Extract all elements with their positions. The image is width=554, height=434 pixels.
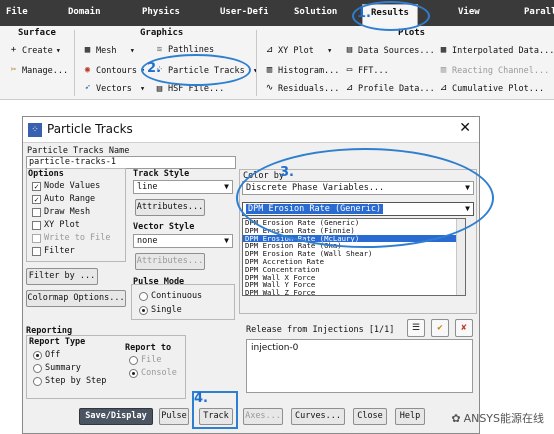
dialog-titlebar: ⁘ Particle Tracks ✕ — [23, 117, 479, 143]
list-all-icon[interactable]: ☰ — [407, 319, 425, 337]
filter-checkbox[interactable]: Filter — [32, 246, 75, 256]
pulse-button[interactable]: Pulse — [159, 408, 189, 425]
surface-group-title: Surface — [18, 28, 56, 38]
mesh-button[interactable]: ▦ Mesh ▾ — [82, 45, 135, 56]
report-type-title: Report Type — [29, 337, 86, 347]
profile-data-icon: ⊿ — [345, 83, 354, 93]
menu-bar: File Domain Physics User-Defined Solutio… — [0, 0, 554, 26]
report-summary-radio[interactable]: Summary — [33, 363, 81, 373]
checkbox-checked: ✓ — [32, 194, 41, 204]
chevron-down-icon: ▼ — [224, 236, 229, 245]
close-button[interactable]: Close — [353, 408, 387, 425]
continuous-radio[interactable]: Continuous — [139, 291, 202, 301]
report-step-by-step-radio[interactable]: Step by Step — [33, 376, 106, 386]
hsf-file-icon: ▤ — [156, 84, 163, 94]
create-button[interactable]: + Create ▾ — [8, 45, 61, 56]
track-style-select[interactable]: line ▼ — [133, 180, 233, 194]
menu-physics[interactable]: Physics — [142, 7, 180, 17]
help-button[interactable]: Help — [395, 408, 425, 425]
cumulative-plot-button[interactable]: ⊿ Cumulative Plot... — [438, 83, 544, 94]
menu-file[interactable]: File — [6, 7, 28, 17]
reacting-channel-icon: ▥ — [440, 65, 447, 75]
interpolated-data-icon: ▦ — [440, 45, 447, 55]
report-to-console-radio[interactable]: Console — [129, 368, 177, 378]
write-to-file-checkbox[interactable]: Write to File — [32, 233, 111, 243]
options-title: Options — [28, 169, 64, 179]
histogram-icon: ▥ — [266, 65, 273, 75]
xy-plot-checkbox[interactable]: XY Plot — [32, 220, 80, 230]
release-title: Release from Injections [1/1] — [246, 325, 395, 335]
xy-plot-button[interactable]: ⊿ XY Plot ▾ — [264, 45, 332, 56]
watermark: ✿ ANSYS能源在线 — [451, 411, 544, 426]
graphics-group-title: Graphics — [140, 28, 184, 38]
list-item[interactable]: DPM Wall Z Force — [243, 289, 465, 297]
filter-by-button[interactable]: Filter by ... — [26, 268, 98, 285]
single-radio[interactable]: Single — [139, 305, 182, 315]
profile-data-button[interactable]: ⊿ Profile Data... — [344, 83, 435, 94]
wechat-icon: ✿ — [451, 411, 461, 425]
node-values-checkbox[interactable]: ✓ Node Values — [32, 181, 100, 191]
reacting-channel-button[interactable]: ▥ Reacting Channel... — [438, 65, 549, 76]
deselect-all-icon[interactable]: ✘ — [455, 319, 473, 337]
annotation-step-3: 3. — [280, 165, 294, 180]
manage-button[interactable]: ✂ Manage... — [8, 65, 68, 76]
contours-button[interactable]: ◉ Contours ▾ — [82, 65, 145, 76]
list-item[interactable]: injection-0 — [247, 340, 472, 356]
xy-plot-icon: ⊿ — [265, 45, 274, 55]
checkbox-checked: ✓ — [32, 181, 41, 191]
interpolated-data-button[interactable]: ▦ Interpolated Data... — [438, 45, 554, 56]
ribbon: Surface + Create ▾ ✂ Manage... Graphics … — [0, 26, 554, 100]
manage-surfaces-icon: ✂ — [10, 65, 17, 75]
dialog-title: Particle Tracks — [47, 122, 133, 136]
vector-style-select[interactable]: none ▼ — [133, 234, 233, 248]
menu-domain[interactable]: Domain — [68, 7, 101, 17]
menu-parallel[interactable]: Parallel — [524, 7, 554, 17]
plus-icon: + — [10, 45, 17, 55]
vector-attributes-button[interactable]: Attributes... — [135, 253, 205, 270]
menu-solution[interactable]: Solution — [294, 7, 337, 17]
vectors-button[interactable]: ➶ Vectors ▾ — [82, 83, 145, 94]
axes-button[interactable]: Axes... — [243, 408, 283, 425]
draw-mesh-checkbox[interactable]: Draw Mesh — [32, 207, 90, 217]
annotation-step-4: 4. — [194, 391, 208, 406]
close-icon[interactable]: ✕ — [459, 120, 471, 136]
chevron-down-icon: ▾ — [55, 45, 61, 56]
colormap-options-button[interactable]: Colormap Options... — [26, 290, 126, 307]
cumulative-plot-icon: ⊿ — [439, 83, 448, 93]
annotation-step-2: 2. — [147, 61, 161, 76]
track-attributes-button[interactable]: Attributes... — [135, 199, 205, 216]
report-off-radio[interactable]: Off — [33, 350, 60, 360]
ribbon-separator — [74, 30, 75, 96]
save-display-button[interactable]: Save/Display — [79, 408, 153, 425]
data-sources-icon: ▤ — [346, 45, 353, 55]
contours-icon: ◉ — [84, 65, 91, 75]
mesh-icon: ▦ — [84, 45, 91, 55]
menu-user-defined[interactable]: User-Defined — [220, 7, 268, 17]
ribbon-separator — [256, 30, 257, 96]
vectors-icon: ➶ — [84, 83, 91, 93]
curves-button[interactable]: Curves... — [291, 408, 345, 425]
fft-button[interactable]: ▭ FFT... — [344, 65, 389, 76]
auto-range-checkbox[interactable]: ✓ Auto Range — [32, 194, 95, 204]
menu-view[interactable]: View — [458, 7, 480, 17]
particle-tracks-icon: ⁘ — [28, 123, 42, 137]
chevron-down-icon: ▼ — [224, 182, 229, 191]
injections-list[interactable]: injection-0 — [246, 339, 473, 393]
name-label: Particle Tracks Name — [27, 146, 130, 156]
residuals-button[interactable]: ∿ Residuals... — [264, 83, 340, 94]
report-to-title: Report to — [125, 343, 172, 353]
annotation-step-1: 1. — [357, 6, 371, 21]
fft-icon: ▭ — [346, 65, 353, 75]
track-style-title: Track Style — [133, 169, 190, 179]
select-all-icon[interactable]: ✔ — [431, 319, 449, 337]
histogram-button[interactable]: ▥ Histogram... — [264, 65, 340, 76]
annotation-ellipse-color-by — [236, 148, 494, 248]
residuals-icon: ∿ — [265, 83, 274, 93]
data-sources-button[interactable]: ▤ Data Sources... — [344, 45, 435, 56]
report-to-file-radio[interactable]: File — [129, 355, 161, 365]
vector-style-title: Vector Style — [133, 222, 195, 232]
pathlines-icon: ≋ — [156, 45, 163, 55]
